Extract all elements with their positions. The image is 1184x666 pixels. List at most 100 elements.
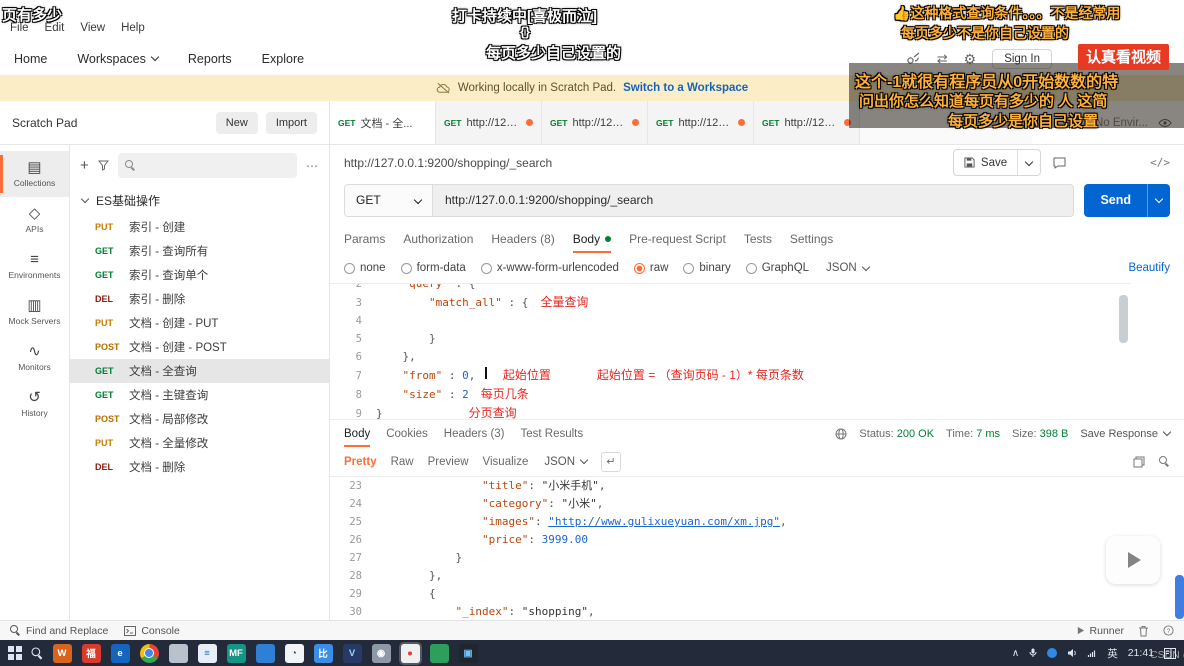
new-tab-button[interactable]: + [1032,101,1059,144]
taskbar-app-icon[interactable]: ◉ [372,644,391,663]
taskbar-app-icon[interactable]: ▣ [459,644,478,663]
new-button[interactable]: New [216,112,258,134]
taskbar-app-icon[interactable]: W [53,644,72,663]
taskbar-app-icon[interactable]: 福 [82,644,101,663]
url-input[interactable] [433,185,1073,216]
response-tab[interactable]: Cookies [386,420,428,447]
nav-item[interactable]: Workspaces [77,52,158,66]
nav-item[interactable]: Home [14,52,47,66]
request-tab[interactable]: GET http://127.... [542,101,648,144]
response-view-option[interactable]: Pretty [344,456,377,468]
taskbar-app-icon[interactable]: 比 [314,644,333,663]
status-satellite-icon[interactable] [906,52,921,65]
save-button[interactable]: Save [953,149,1041,176]
action-center-icon[interactable] [1164,648,1176,659]
body-type-radio[interactable]: form-data [401,262,466,274]
body-type-radio[interactable]: GraphQL [746,262,809,274]
request-config-tab[interactable]: Params [344,225,385,253]
environment-selector[interactable]: No Envir... [1083,101,1184,144]
body-type-radio[interactable]: x-www-form-urlencoded [481,262,619,274]
menu-item[interactable]: File [10,22,29,34]
nav-item[interactable]: Reports [188,52,232,66]
rail-item[interactable]: Environments [0,243,69,289]
rail-item[interactable]: History [0,381,69,427]
tree-request-item[interactable]: DEL 索引 - 删除 [70,287,329,311]
console-button[interactable]: Console [124,625,180,637]
taskbar-app-icon[interactable]: MF [227,644,246,663]
raw-language-select[interactable]: JSON [826,262,869,274]
rail-item[interactable]: Monitors [0,335,69,381]
search-response-icon[interactable] [1159,456,1170,467]
filter-funnel-icon[interactable] [98,160,109,171]
sign-in-button[interactable]: Sign In [992,49,1052,69]
tree-request-item[interactable]: GET 索引 - 查询所有 [70,239,329,263]
page-scrollbar-thumb[interactable] [1175,575,1184,619]
body-type-radio[interactable]: none [344,262,386,274]
menu-item[interactable]: View [80,22,105,34]
rail-item[interactable]: Collections [0,151,69,197]
method-select[interactable]: GET [345,185,433,216]
taskbar-app-icon[interactable]: V [343,644,362,663]
network-signal-icon[interactable] [1087,648,1097,658]
taskbar-app-icon[interactable]: ≡ [198,644,217,663]
rail-item[interactable]: APIs [0,197,69,243]
sidebar-more-icon[interactable]: ⋯ [306,159,319,173]
response-view-option[interactable]: Visualize [483,456,529,468]
request-config-tab[interactable]: Tests [744,225,772,253]
send-button[interactable]: Send [1084,184,1170,217]
tree-request-item[interactable]: PUT 索引 - 创建 [70,215,329,239]
request-body-editor[interactable]: 2 "query" : { 3 "match_all" : { 全量查 [330,283,1130,419]
collection-header[interactable]: ES基础操作 [70,186,329,215]
microphone-icon[interactable] [1029,648,1037,658]
input-language-indicator[interactable]: 英 [1107,646,1118,661]
taskbar-app-icon[interactable] [430,644,449,663]
windows-start-button[interactable] [8,646,22,660]
tray-app-icon[interactable] [1047,648,1057,658]
nav-item[interactable]: Explore [262,52,304,66]
request-config-tab[interactable]: Authorization [403,225,473,253]
code-snippet-toggle[interactable]: </> [1150,156,1170,169]
environment-eye-icon[interactable] [1158,118,1172,128]
sidebar-search-input[interactable] [142,160,290,172]
response-tab[interactable]: Body [344,420,370,447]
taskbar-app-icon[interactable]: ◔ [285,644,304,663]
volume-icon[interactable] [1067,648,1077,658]
menu-item[interactable]: Help [121,22,145,34]
rail-item[interactable]: Mock Servers [0,289,69,335]
request-tab[interactable]: GET http://127.... [754,101,860,144]
body-type-radio[interactable]: raw [634,262,669,274]
import-button[interactable]: Import [266,112,317,134]
response-tab[interactable]: Headers (3) [444,420,505,447]
taskbar-app-icon[interactable] [169,644,188,663]
add-collection-icon[interactable]: + [80,157,89,174]
network-globe-icon[interactable] [835,428,847,440]
tree-request-item[interactable]: DEL 文档 - 删除 [70,455,329,479]
clock[interactable]: 21:41 [1128,647,1154,659]
taskbar-app-icon[interactable] [256,644,275,663]
request-tab[interactable]: GET http://127.... [648,101,754,144]
beautify-link[interactable]: Beautify [1128,262,1170,274]
settings-gear-icon[interactable]: ⚙ [964,52,977,66]
editor-scrollbar[interactable] [1119,295,1128,343]
response-body-viewer[interactable]: 23 "title": "小米手机", 24 "category": "小米", [330,477,1184,620]
request-tab[interactable]: GET 文档 - 全... [330,101,436,144]
tree-request-item[interactable]: PUT 文档 - 创建 - PUT [70,311,329,335]
menu-item[interactable]: Edit [45,22,65,34]
response-view-option[interactable]: Raw [391,456,414,468]
request-config-tab[interactable]: Body [573,225,611,253]
tab-options-button[interactable]: ⋯ [1059,101,1083,144]
sidebar-searchbox[interactable] [118,153,297,178]
switch-workspace-link[interactable]: Switch to a Workspace [623,82,748,94]
save-response-button[interactable]: Save Response [1080,428,1170,440]
taskbar-app-icon[interactable] [140,644,159,663]
taskbar-search-icon[interactable] [31,647,43,659]
capture-requests-icon[interactable]: ⇄ [937,51,948,67]
tree-request-item[interactable]: PUT 文档 - 全量修改 [70,431,329,455]
request-config-tab[interactable]: Pre-request Script [629,225,726,253]
copy-icon[interactable] [1133,456,1145,468]
tree-request-item[interactable]: GET 文档 - 全查询 [70,359,329,383]
trash-icon[interactable] [1138,625,1149,637]
response-view-option[interactable]: Preview [428,456,469,468]
tree-request-item[interactable]: GET 文档 - 主键查询 [70,383,329,407]
response-tab[interactable]: Test Results [521,420,584,447]
